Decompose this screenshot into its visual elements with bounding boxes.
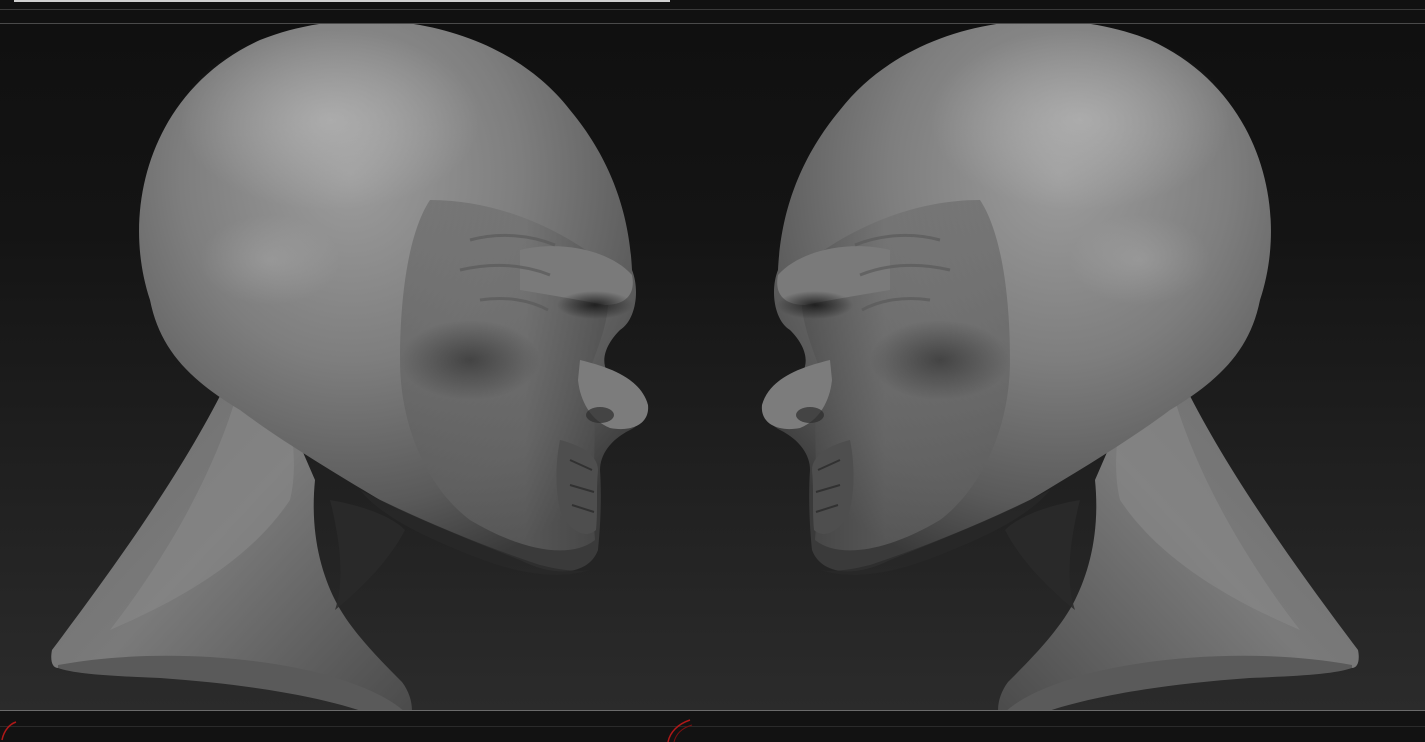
head-model-left[interactable] [49, 24, 650, 710]
sculpt-app [0, 0, 1425, 742]
progress-bar [14, 0, 670, 2]
bottom-divider-lower [0, 726, 1425, 727]
top-toolbar [0, 0, 1425, 24]
red-arc-icon[interactable] [0, 714, 20, 742]
bottom-toolbar [0, 710, 1425, 742]
top-divider [0, 9, 1425, 10]
bottom-divider [0, 710, 1425, 711]
viewport-canvas [49, 24, 1361, 710]
red-arc-icon[interactable] [662, 714, 696, 742]
canvas-viewport[interactable] [0, 24, 1425, 710]
head-model-right[interactable] [760, 24, 1361, 710]
